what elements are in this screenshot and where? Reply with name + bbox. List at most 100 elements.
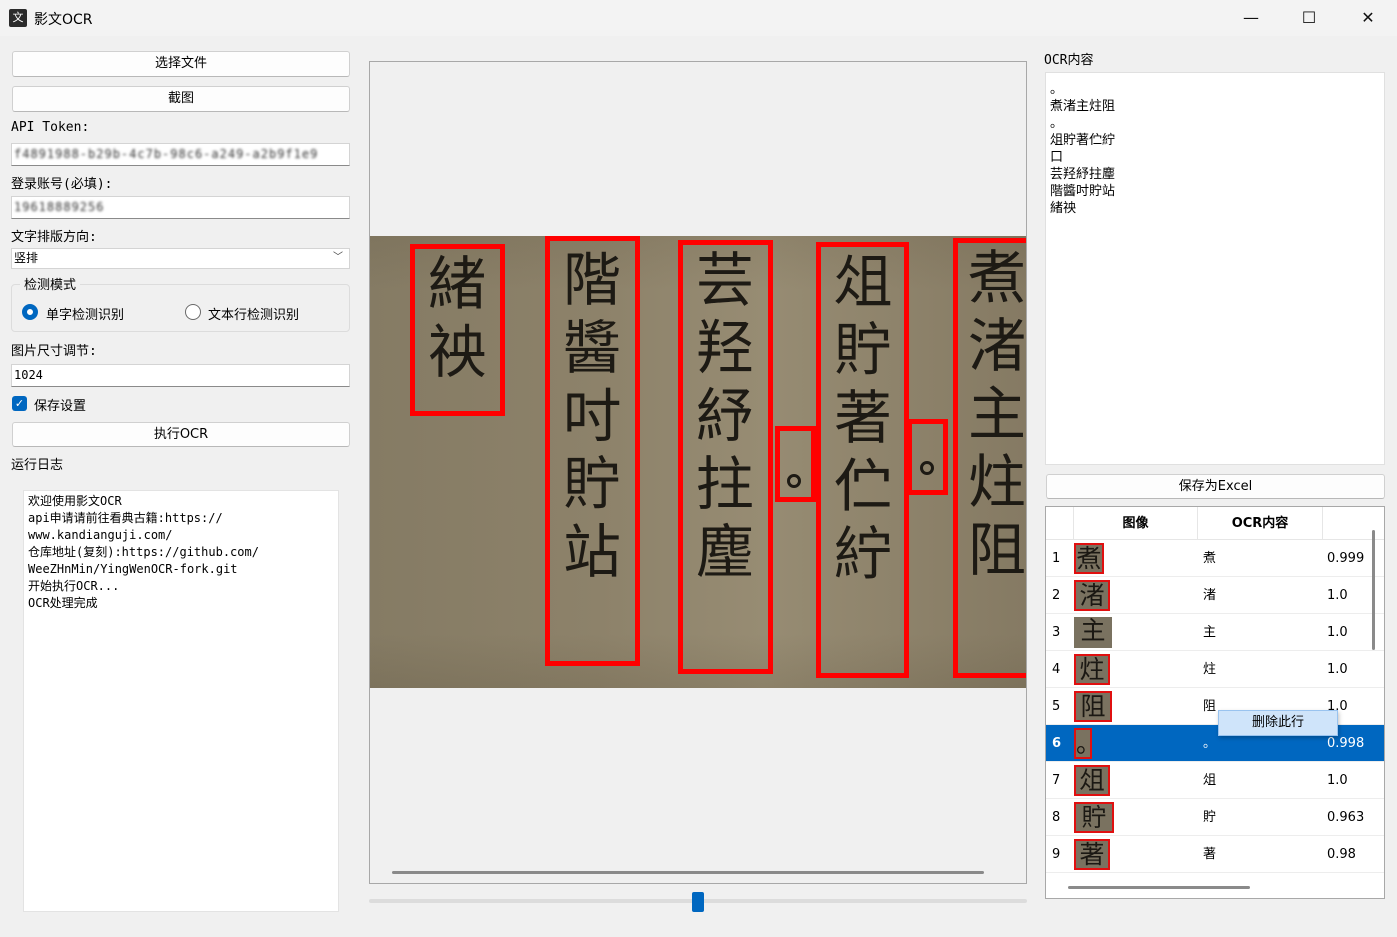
- punctuation-mark: [920, 461, 934, 475]
- char-thumbnail: 炷: [1074, 654, 1110, 685]
- ocr-cell: 著: [1203, 847, 1217, 862]
- log-line: WeeZHnMin/YingWenOCR-fork.git: [28, 562, 238, 576]
- row-index: 3: [1052, 625, 1061, 640]
- account-value: 19618889256: [14, 200, 105, 214]
- table-row[interactable]: 2 渚 渚 1.0: [1046, 577, 1384, 614]
- column-header-score[interactable]: [1323, 507, 1384, 540]
- image-size-label: 图片尺寸调节:: [11, 344, 97, 359]
- radio-text-line-label[interactable]: 文本行检测识别: [208, 304, 299, 323]
- row-index: 5: [1052, 699, 1061, 714]
- account-input[interactable]: 19618889256: [11, 196, 350, 219]
- score-cell: 0.98: [1327, 847, 1356, 862]
- radio-single-char-label[interactable]: 单字检测识别: [46, 304, 124, 323]
- ocr-cell: 。: [1203, 736, 1217, 751]
- scanned-page-image: 緒䄃 階醬吋貯站 芸羟紓拄麈 俎貯著伫紵 煮渚主炷阻: [370, 236, 1026, 688]
- text-column-4: 俎貯著伫紵: [833, 248, 892, 588]
- column-header-ocr[interactable]: OCR内容: [1198, 507, 1323, 540]
- table-row[interactable]: 9 著 著 0.98: [1046, 836, 1384, 873]
- save-settings-checkbox[interactable]: ✓: [12, 396, 27, 411]
- ocr-line: 口: [1050, 150, 1064, 165]
- table-vertical-scrollbar[interactable]: [1372, 530, 1375, 650]
- punctuation-mark: [787, 474, 801, 488]
- log-textarea[interactable]: 欢迎使用影文OCR api申请请前往看典古籍:https:// www.kand…: [23, 490, 339, 912]
- detection-box: [907, 419, 948, 495]
- app-icon: 文: [9, 9, 27, 27]
- image-size-input[interactable]: 1024: [11, 364, 350, 387]
- ocr-cell: 渚: [1203, 588, 1217, 603]
- row-index: 8: [1052, 810, 1061, 825]
- minimize-button[interactable]: —: [1222, 0, 1280, 36]
- table-row[interactable]: 3 主 主 1.0: [1046, 614, 1384, 651]
- direction-value: 竖排: [14, 251, 39, 265]
- select-file-button[interactable]: 选择文件: [12, 51, 350, 77]
- log-line: 欢迎使用影文OCR: [28, 494, 122, 508]
- text-column-2: 階醬吋貯站: [562, 246, 621, 586]
- direction-select[interactable]: 竖排 ﹀: [11, 248, 350, 269]
- api-token-input[interactable]: f4891988-b29b-4c7b-98c6-a249-a2b9f1e9: [11, 143, 350, 166]
- table-row[interactable]: 8 貯 貯 0.963: [1046, 799, 1384, 836]
- direction-label: 文字排版方向:: [11, 230, 97, 245]
- zoom-slider-handle[interactable]: [692, 892, 704, 912]
- score-cell: 1.0: [1327, 625, 1348, 640]
- title-bar: [0, 0, 1397, 36]
- radio-single-char[interactable]: [22, 304, 38, 320]
- api-token-value: f4891988-b29b-4c7b-98c6-a249-a2b9f1e9: [14, 147, 319, 161]
- row-index: 7: [1052, 773, 1061, 788]
- api-token-label: API Token:: [11, 120, 90, 135]
- column-header-image[interactable]: 图像: [1074, 507, 1198, 540]
- run-ocr-button[interactable]: 执行OCR: [12, 422, 350, 447]
- table-horizontal-scrollbar[interactable]: [1068, 886, 1250, 889]
- close-button[interactable]: ✕: [1339, 0, 1397, 36]
- log-line: api申请请前往看典古籍:https://: [28, 511, 223, 525]
- ocr-line: 俎貯著伫紵: [1050, 133, 1116, 148]
- ocr-cell: 貯: [1203, 810, 1217, 825]
- ocr-cell: 煮: [1203, 551, 1217, 566]
- ocr-content-textarea[interactable]: 。 煮渚主炷阻 。 俎貯著伫紵 口 芸羟紓拄麈 階醬吋貯站 緒䄃: [1045, 72, 1385, 465]
- window-title: 影文OCR: [34, 12, 93, 28]
- maximize-button[interactable]: ☐: [1280, 0, 1338, 36]
- ocr-cell: 俎: [1203, 773, 1217, 788]
- radio-text-line[interactable]: [185, 304, 201, 320]
- viewer-horizontal-scrollbar[interactable]: [392, 871, 984, 874]
- table-row[interactable]: 1 煮 煮 0.999: [1046, 540, 1384, 577]
- save-excel-button[interactable]: 保存为Excel: [1046, 474, 1385, 499]
- row-number-header: [1046, 507, 1074, 540]
- char-thumbnail: 貯: [1074, 802, 1114, 833]
- detection-box: [775, 426, 816, 502]
- log-line: OCR处理完成: [28, 596, 98, 610]
- score-cell: 0.999: [1327, 551, 1365, 566]
- ocr-line: 。: [1050, 116, 1064, 131]
- save-settings-label[interactable]: 保存设置: [34, 395, 86, 414]
- ocr-line: 階醬吋貯站: [1050, 184, 1116, 199]
- ocr-line: 煮渚主炷阻: [1050, 99, 1116, 114]
- ocr-line: 。: [1050, 82, 1064, 97]
- screenshot-button[interactable]: 截图: [12, 86, 350, 112]
- ocr-line: 緒䄃: [1050, 201, 1077, 216]
- ocr-line: 芸羟紓拄麈: [1050, 167, 1116, 182]
- text-column-5: 煮渚主炷阻: [967, 244, 1026, 584]
- results-table[interactable]: 图像 OCR内容 1 煮 煮 0.999 2 渚 渚 1.0 3 主 主 1.0…: [1045, 506, 1385, 899]
- char-thumbnail: 。: [1074, 728, 1092, 759]
- row-index: 4: [1052, 662, 1061, 677]
- text-column-3: 芸羟紓拄麈: [695, 246, 754, 586]
- score-cell: 1.0: [1327, 662, 1348, 677]
- table-row[interactable]: 4 炷 炷 1.0: [1046, 651, 1384, 688]
- detect-mode-title: 检测模式: [20, 274, 81, 293]
- log-line: www.kandianguji.com/: [28, 528, 173, 542]
- account-label: 登录账号(必填):: [11, 177, 113, 192]
- context-menu-delete-row[interactable]: 删除此行: [1218, 710, 1338, 736]
- table-row[interactable]: 7 俎 俎 1.0: [1046, 762, 1384, 799]
- char-thumbnail: 煮: [1074, 543, 1104, 574]
- score-cell: 0.963: [1327, 810, 1365, 825]
- char-thumbnail: 渚: [1074, 580, 1110, 611]
- ocr-cell: 主: [1203, 625, 1217, 640]
- score-cell: 1.0: [1327, 588, 1348, 603]
- char-thumbnail: 主: [1074, 617, 1112, 648]
- log-label: 运行日志: [11, 458, 64, 473]
- row-index: 2: [1052, 588, 1061, 603]
- score-cell: 1.0: [1327, 773, 1348, 788]
- char-thumbnail: 阻: [1074, 691, 1112, 722]
- ocr-cell: 炷: [1203, 662, 1217, 677]
- ocr-content-label: OCR内容: [1044, 53, 1094, 68]
- log-line: 开始执行OCR...: [28, 579, 120, 593]
